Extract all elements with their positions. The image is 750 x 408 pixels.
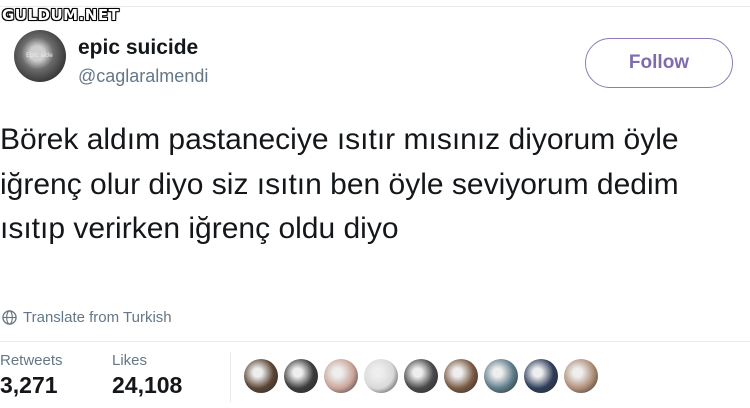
- display-name[interactable]: epic suicide: [78, 36, 198, 60]
- retweets-label[interactable]: Retweets: [0, 352, 63, 369]
- globe-icon: [2, 310, 17, 325]
- liker-avatars: [244, 359, 604, 393]
- likes-label[interactable]: Likes: [112, 352, 147, 369]
- watermark: GULDUM.NET: [2, 6, 120, 24]
- liker-avatar[interactable]: [484, 359, 518, 393]
- liker-avatar[interactable]: [524, 359, 558, 393]
- liker-avatar[interactable]: [444, 359, 478, 393]
- liker-avatar[interactable]: [364, 359, 398, 393]
- tweet-text: Börek aldım pastaneciye ısıtır mısınız d…: [0, 123, 679, 245]
- user-handle[interactable]: @caglaralmendi: [78, 66, 208, 87]
- liker-avatar[interactable]: [564, 359, 598, 393]
- follow-button[interactable]: Follow: [585, 38, 733, 88]
- liker-avatar[interactable]: [324, 359, 358, 393]
- liker-avatar[interactable]: [404, 359, 438, 393]
- translate-label: Translate from Turkish: [23, 309, 172, 326]
- liker-avatar[interactable]: [244, 359, 278, 393]
- translate-link[interactable]: Translate from Turkish: [2, 309, 172, 326]
- avatar-caption: Epic side: [26, 52, 53, 59]
- stats-divider: [0, 341, 750, 342]
- avatar[interactable]: Epic side: [14, 30, 66, 82]
- likes-count[interactable]: 24,108: [112, 372, 182, 399]
- retweets-count[interactable]: 3,271: [0, 372, 58, 399]
- liker-avatar[interactable]: [284, 359, 318, 393]
- stats-separator: [230, 352, 231, 402]
